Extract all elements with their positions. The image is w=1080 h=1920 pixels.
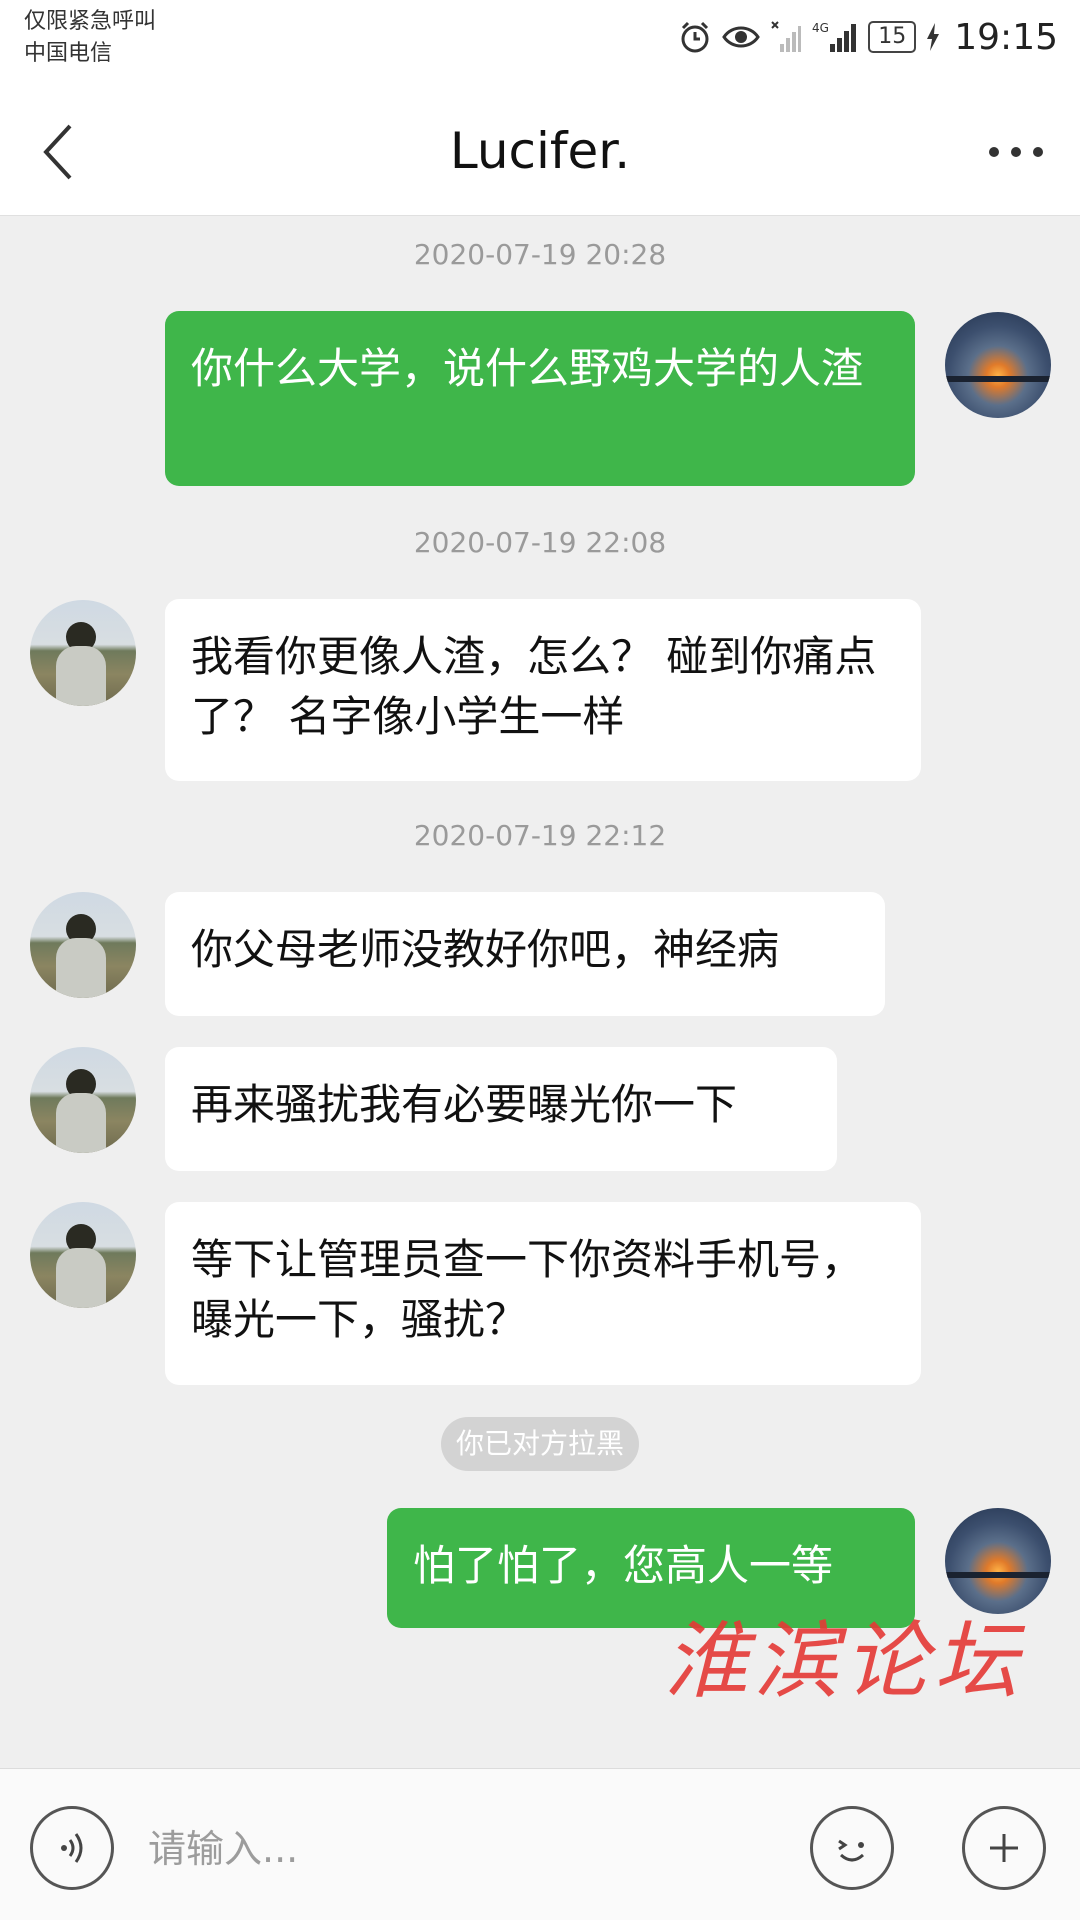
chat-title: Lucifer. — [449, 122, 631, 180]
contact-avatar[interactable] — [30, 600, 136, 706]
timestamp: 2020-07-19 22:12 — [413, 819, 667, 852]
carrier-name: 中国电信 — [24, 41, 113, 66]
plus-icon — [990, 1834, 1018, 1862]
more-dots-icon — [989, 147, 1043, 157]
nav-bar: Lucifer. — [0, 86, 1080, 216]
watermark: 淮滨论坛 — [664, 1612, 1025, 1710]
message-input[interactable]: 请输入... — [148, 1819, 768, 1879]
timestamp: 2020-07-19 22:08 — [413, 526, 667, 559]
signal-empty-icon — [770, 20, 802, 54]
network-type-label: 4G — [812, 21, 829, 35]
my-avatar[interactable] — [945, 312, 1051, 418]
emoji-icon — [838, 1839, 865, 1862]
incoming-message[interactable]: 等下让管理员查一下你资料手机号，曝光一下，骚扰？ — [165, 1202, 921, 1385]
clock: 19:15 — [954, 16, 1058, 58]
eye-icon — [722, 22, 761, 52]
carrier-info: 仅限紧急呼叫 中国电信 — [24, 6, 156, 70]
input-bar: 请输入... — [0, 1768, 1080, 1920]
signal-4g-icon: 4G — [812, 20, 858, 54]
incoming-message[interactable]: 你父母老师没教好你吧，神经病 — [165, 892, 885, 1016]
incoming-message[interactable]: 再来骚扰我有必要曝光你一下 — [165, 1047, 837, 1171]
voice-icon — [61, 1833, 83, 1863]
battery-indicator: 15 — [868, 21, 917, 53]
status-icons: 4G 15 19:15 — [678, 12, 1058, 62]
outgoing-message[interactable]: 你什么大学，说什么野鸡大学的人渣 — [165, 311, 915, 486]
status-bar: 仅限紧急呼叫 中国电信 4G 15 19:15 — [0, 0, 1080, 86]
incoming-message[interactable]: 我看你更像人渣，怎么？ 碰到你痛点了？ 名字像小学生一样 — [165, 599, 921, 781]
chat-area[interactable]: 2020-07-19 20:28 你什么大学，说什么野鸡大学的人渣 2020-0… — [0, 216, 1080, 1768]
charging-icon — [926, 23, 940, 51]
carrier-emergency-text: 仅限紧急呼叫 — [24, 9, 157, 34]
voice-button[interactable] — [30, 1806, 114, 1890]
contact-avatar[interactable] — [30, 1047, 136, 1153]
more-button[interactable] — [976, 114, 1056, 190]
timestamp: 2020-07-19 20:28 — [413, 238, 667, 271]
contact-avatar[interactable] — [30, 1202, 136, 1308]
contact-avatar[interactable] — [30, 892, 136, 998]
add-button[interactable] — [962, 1806, 1046, 1890]
alarm-icon — [678, 20, 712, 54]
emoji-button[interactable] — [810, 1806, 894, 1890]
system-notice: 你已对方拉黑 — [441, 1417, 639, 1471]
